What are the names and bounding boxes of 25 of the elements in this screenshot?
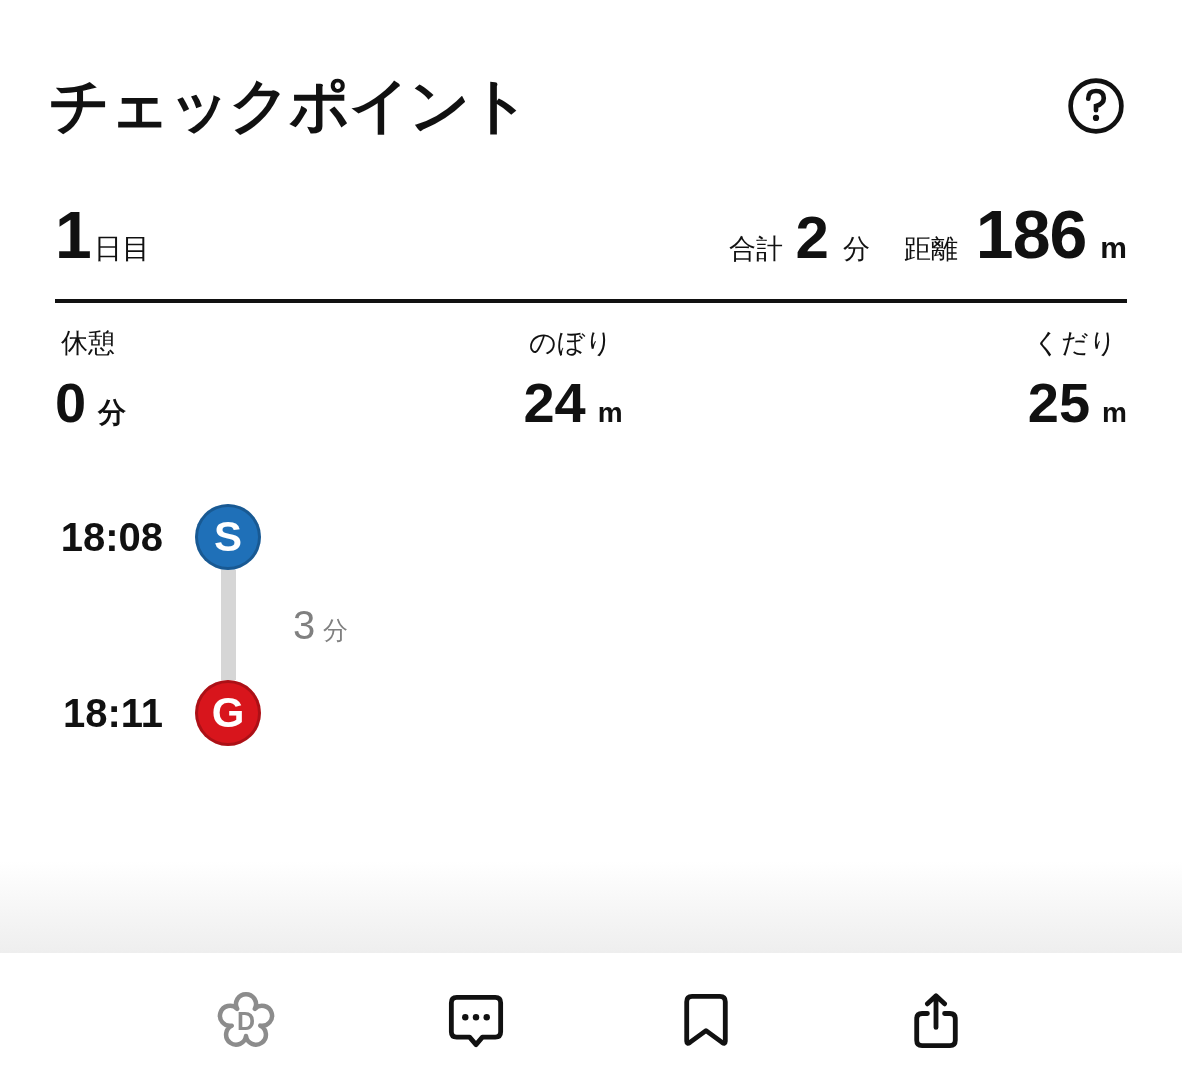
distance-label: 距離 [903, 233, 958, 266]
checkpoint-time: 18:08 [59, 514, 163, 560]
stat-label: くだり [1033, 328, 1117, 358]
stat-value: 24 [523, 371, 586, 434]
distance-value: 186 [975, 200, 1087, 268]
stat-value: 0 [55, 371, 87, 434]
help-icon[interactable] [1067, 77, 1125, 135]
total-label: 合計 [729, 233, 784, 266]
total-value: 2 [795, 208, 829, 268]
total-unit: 分 [842, 233, 870, 266]
checkpoint-marker: G [195, 680, 261, 746]
distance-unit: m [1100, 231, 1127, 265]
checkpoint-time: 18:11 [61, 690, 163, 736]
day-suffix: 日目 [93, 232, 150, 266]
stat-unit: m [597, 397, 623, 428]
stat-unit: m [1102, 397, 1127, 428]
segment-duration: 3 [293, 602, 316, 648]
stat-label: 休憩 [61, 328, 115, 358]
stat-unit: 分 [98, 397, 127, 428]
day-number: 1 [55, 202, 92, 268]
page-title: チェックポイント [49, 71, 529, 141]
segment-unit: 分 [323, 614, 349, 646]
stat-value: 25 [1027, 371, 1091, 434]
checkpoint-marker: S [195, 504, 261, 570]
stat-label: のぼり [529, 328, 613, 358]
